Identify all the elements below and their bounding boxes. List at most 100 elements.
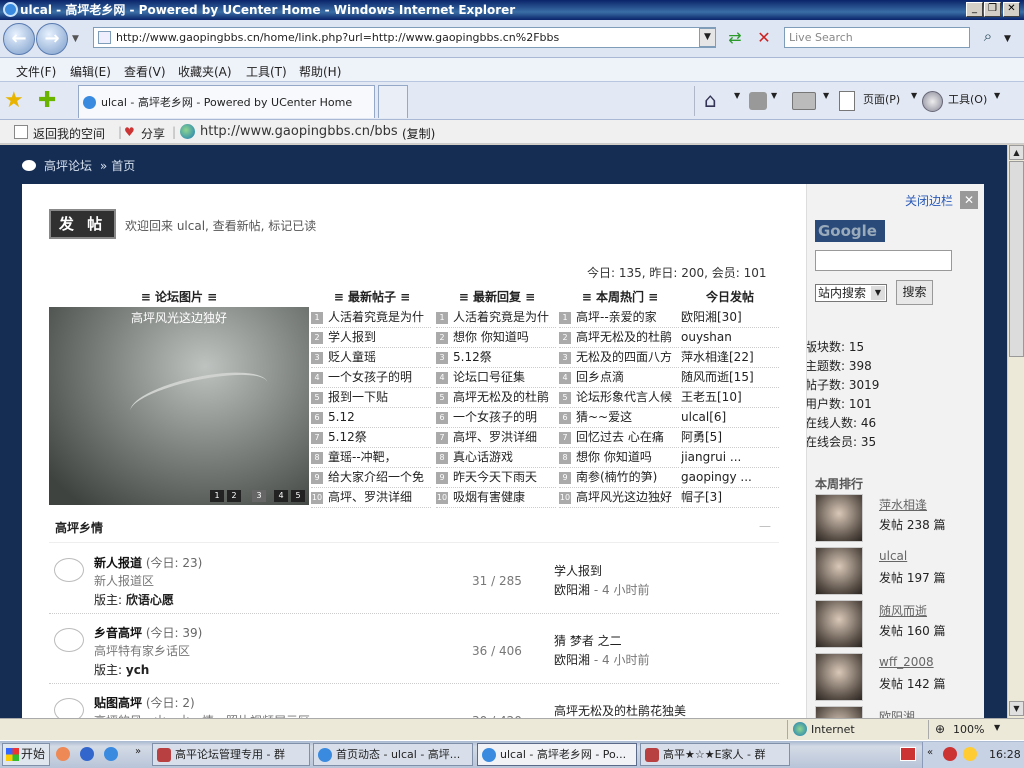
bbs-link[interactable]: http://www.gaopingbbs.cn/bbs	[200, 124, 398, 139]
list-item[interactable]: 3 5.12祭	[436, 348, 556, 368]
last-post-author[interactable]: 欧阳湘	[554, 653, 590, 667]
list-item[interactable]: 7 高坪、罗洪详细	[436, 428, 556, 448]
list-item[interactable]: 8 真心话游戏	[436, 448, 556, 468]
address-input[interactable]: http://www.gaopingbbs.cn/home/link.php?u…	[93, 27, 716, 48]
live-search-input[interactable]: Live Search	[784, 27, 970, 48]
task-qq-group-admin[interactable]: 高平论坛管理专用 - 群	[152, 743, 310, 766]
tools-menu[interactable]: 工具(O)	[948, 91, 987, 107]
list-item[interactable]: 2 学人报到	[311, 328, 431, 348]
avatar[interactable]	[815, 547, 863, 595]
maximize-button[interactable]: ❐	[984, 2, 1001, 17]
list-item[interactable]: jiangrui ...	[681, 448, 779, 468]
list-item[interactable]: 2 想你 你知道吗	[436, 328, 556, 348]
list-item[interactable]: ulcal[6]	[681, 408, 779, 428]
stop-icon[interactable]: ✕	[752, 28, 776, 48]
post-button[interactable]: 发 帖	[49, 209, 116, 239]
tools-dropdown-icon[interactable]: ▼	[994, 91, 1000, 100]
vertical-scrollbar[interactable]: ▲ ▼	[1007, 145, 1024, 718]
close-sidebar-icon[interactable]: ✕	[960, 191, 978, 209]
list-item[interactable]: 1 高坪--亲爱的家	[559, 308, 679, 328]
list-item[interactable]: 6 猜~~爱这	[559, 408, 679, 428]
task-ie-current[interactable]: ulcal - 高坪老乡网 - Po...	[477, 743, 637, 766]
menu-file[interactable]: 文件(F)	[16, 63, 56, 80]
list-item[interactable]: 10 高坪风光这边独好	[559, 488, 679, 508]
list-item[interactable]: ouyshan	[681, 328, 779, 348]
photo-page-2[interactable]: 2	[227, 490, 241, 502]
tray-qq-icon[interactable]	[963, 747, 977, 761]
list-item[interactable]: 7 5.12祭	[311, 428, 431, 448]
page-menu-icon[interactable]	[839, 91, 855, 111]
back-button[interactable]: ←	[3, 23, 35, 55]
search-options-icon[interactable]: ▼	[1004, 34, 1011, 44]
board-name[interactable]: 贴图高坪	[94, 696, 142, 710]
list-item[interactable]: 8 童瑶--冲靶，	[311, 448, 431, 468]
back-to-space-link[interactable]: 返回我的空间	[33, 125, 105, 142]
tab-current[interactable]: ulcal - 高坪老乡网 - Powered by UCenter Home	[78, 85, 375, 118]
ranking-user-name[interactable]: 欧阳湘	[879, 708, 915, 718]
list-item[interactable]: 10 吸烟有害健康	[436, 488, 556, 508]
home-icon[interactable]: ⌂	[704, 88, 717, 112]
list-item[interactable]: 4 一个女孩子的明	[311, 368, 431, 388]
photo-page-1[interactable]: 1	[210, 490, 224, 502]
feeds-icon[interactable]	[749, 92, 767, 110]
moderator-name[interactable]: ych	[126, 663, 149, 677]
address-dropdown-icon[interactable]: ▼	[699, 28, 716, 47]
copy-link[interactable]: (复制)	[402, 125, 435, 142]
list-item[interactable]: 9 给大家介绍一个免	[311, 468, 431, 488]
list-item[interactable]: 9 南参(楠竹的笋)	[559, 468, 679, 488]
list-item[interactable]: 1 人活着究竟是为什	[436, 308, 556, 328]
list-item[interactable]: 4 论坛口号征集	[436, 368, 556, 388]
scroll-up-icon[interactable]: ▲	[1009, 145, 1024, 160]
board-last-post[interactable]: 学人报到	[554, 562, 602, 579]
list-item[interactable]: 3 贬人童瑶	[311, 348, 431, 368]
board-name[interactable]: 乡音高坪	[94, 626, 142, 640]
quicklaunch-more-icon[interactable]: »	[135, 746, 141, 757]
list-item[interactable]: gaopingy ...	[681, 468, 779, 488]
avatar[interactable]	[815, 653, 863, 701]
start-button[interactable]: 开始	[2, 743, 50, 766]
page-menu[interactable]: 页面(P)	[863, 91, 900, 107]
photo-page-3[interactable]: 3	[252, 490, 266, 502]
avatar[interactable]	[815, 600, 863, 648]
list-item[interactable]: 8 想你 你知道吗	[559, 448, 679, 468]
tray-expand-icon[interactable]: «	[927, 747, 933, 758]
avatar[interactable]	[815, 706, 863, 718]
list-item[interactable]: 6 5.12	[311, 408, 431, 428]
board-last-post[interactable]: 猜 梦者 之二	[554, 632, 622, 649]
search-button[interactable]: 搜索	[896, 280, 933, 305]
ranking-user-name[interactable]: ulcal	[879, 549, 907, 563]
list-item[interactable]: 2 高坪无松及的杜鹃	[559, 328, 679, 348]
list-item[interactable]: 阿勇[5]	[681, 428, 779, 448]
last-post-author[interactable]: 欧阳湘	[554, 583, 590, 597]
minimize-button[interactable]: _	[966, 2, 983, 17]
task-home-dynamic[interactable]: 首页动态 - ulcal - 高坪...	[313, 743, 473, 766]
list-item[interactable]: 10 高坪、罗洪详细	[311, 488, 431, 508]
menu-tools[interactable]: 工具(T)	[246, 63, 287, 80]
list-item[interactable]: 3 无松及的四面八方	[559, 348, 679, 368]
forward-button[interactable]: →	[36, 23, 68, 55]
task-qq-group-family[interactable]: 高平★☆★E家人 - 群	[640, 743, 790, 766]
list-item[interactable]: 1 人活着究竟是为什	[311, 308, 431, 328]
tools-gear-icon[interactable]	[922, 91, 943, 112]
list-item[interactable]: 9 昨天今天下雨天	[436, 468, 556, 488]
menu-help[interactable]: 帮助(H)	[299, 63, 341, 80]
breadcrumb-home[interactable]: 高坪论坛	[44, 159, 92, 173]
ranking-user-name[interactable]: wff_2008	[879, 655, 934, 669]
print-dropdown-icon[interactable]: ▼	[823, 91, 829, 100]
ranking-user-name[interactable]: 萍水相逢	[879, 496, 927, 513]
board-name[interactable]: 新人报道	[94, 556, 142, 570]
photo-page-5[interactable]: 5	[291, 490, 305, 502]
close-button[interactable]: ✕	[1003, 2, 1020, 17]
tray-ime-icon[interactable]	[900, 747, 916, 761]
close-sidebar-link[interactable]: 关闭边栏	[905, 192, 953, 209]
share-link[interactable]: 分享	[141, 125, 165, 142]
page-dropdown-icon[interactable]: ▼	[911, 91, 917, 100]
section-collapse-icon[interactable]: —	[759, 519, 771, 533]
quicklaunch-ie-icon[interactable]	[104, 747, 118, 761]
list-item[interactable]: 5 高坪无松及的杜鹃	[436, 388, 556, 408]
feeds-dropdown-icon[interactable]: ▼	[771, 91, 777, 100]
list-item[interactable]: 随风而逝[15]	[681, 368, 779, 388]
board-last-post[interactable]: 高坪无松及的杜鹃花独美	[554, 702, 686, 718]
avatar[interactable]	[815, 494, 863, 542]
zoom-level[interactable]: 100%	[953, 723, 984, 736]
